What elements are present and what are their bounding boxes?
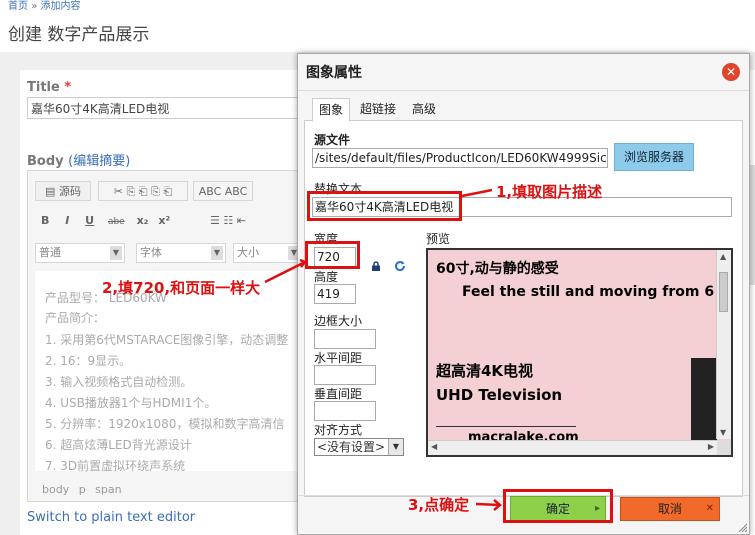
chevron-down-icon: ▼ — [211, 246, 223, 260]
scroll-thumb[interactable] — [719, 272, 728, 312]
source-url-input[interactable]: /sites/default/files/ProductIcon/LED60KW… — [312, 148, 608, 168]
breadcrumb-add-content-link[interactable]: 添加内容 — [41, 1, 81, 12]
list-toolbar-group: ☰ ☷ ⇤ — [210, 214, 246, 227]
lock-ratio-icon[interactable] — [371, 261, 381, 271]
preview-label: 预览 — [426, 232, 451, 246]
editor-line: 产品简介： — [45, 311, 106, 325]
superscript-button[interactable]: x² — [158, 214, 170, 227]
preview-text: UHD Television — [436, 386, 563, 404]
browse-server-button[interactable]: 浏览服务器 — [614, 143, 694, 171]
divider — [298, 90, 749, 91]
cancel-button[interactable]: 取消 ✕ — [620, 497, 720, 521]
scroll-corner — [717, 441, 731, 455]
preview-text: 60寸,动与静的感受 — [436, 261, 559, 277]
bold-button[interactable]: B — [41, 214, 49, 227]
spellcheck-toolbar-group: ABC ABC — [193, 181, 253, 201]
font-select-value: 字体 — [140, 246, 162, 259]
editor-content-area[interactable]: 产品型号： LED60KW 产品简介： 1. 采用第6代MSTARACE图像引擎… — [35, 271, 305, 473]
align-label: 对齐方式 — [314, 423, 363, 437]
editor-line: 6. 超高炫薄LED背光源设计 — [45, 438, 192, 452]
edit-summary-link[interactable]: (编辑摘要) — [68, 154, 130, 169]
source-button[interactable]: ▤ 源码 — [35, 181, 91, 201]
close-icon[interactable]: ✕ — [722, 63, 740, 81]
breadcrumb-home-link[interactable]: 首页 — [8, 1, 28, 12]
editor-line: 2. 16：9显示。 — [45, 354, 132, 368]
tab-link[interactable]: 超链接 — [354, 98, 402, 120]
scroll-up-icon[interactable]: ▲ — [720, 252, 726, 261]
preview-scrollbar-horizontal[interactable]: ◀ ▶ — [428, 440, 717, 455]
element-path: body p span — [42, 483, 122, 496]
highlight-ok — [503, 489, 613, 523]
preview-text: Feel the still and moving from 6 — [462, 284, 715, 300]
highlight-width — [305, 241, 360, 269]
reset-size-icon[interactable] — [394, 260, 406, 272]
font-select[interactable]: 字体 ▼ — [136, 243, 226, 263]
breadcrumb: 首页 » 添加内容 — [8, 0, 81, 12]
annotation-step2: 2,填720,和页面一样大 — [102, 279, 261, 297]
page-title: 创建 数字产品展示 — [8, 25, 150, 45]
subscript-button[interactable]: x₂ — [137, 214, 149, 227]
align-select-value: <没有设置> — [317, 440, 386, 454]
vspace-label: 垂直间距 — [314, 387, 363, 401]
breadcrumb-separator: » — [31, 1, 38, 12]
resize-grip-icon[interactable] — [737, 522, 747, 532]
image-properties-dialog: 图象属性 ✕ 图象 超链接 高级 源文件 /sites/default/file… — [297, 53, 750, 535]
underline-button[interactable]: U — [85, 214, 94, 227]
vspace-input[interactable] — [314, 401, 376, 421]
highlight-alt-text — [307, 191, 462, 221]
switch-plain-text-link[interactable]: Switch to plain text editor — [27, 510, 195, 525]
hspace-label: 水平间距 — [314, 351, 363, 365]
scroll-down-icon[interactable]: ▼ — [720, 428, 726, 437]
source-label: 源文件 — [314, 133, 351, 147]
editor-line: 5. 分辨率：1920x1080，模拟和数字高清信 — [45, 417, 285, 431]
image-preview: 60寸,动与静的感受 Feel the still and moving fro… — [426, 248, 733, 457]
format-select-value: 普通 — [39, 246, 61, 259]
divider — [436, 426, 576, 427]
align-select[interactable]: <没有设置> ▼ — [314, 438, 404, 456]
required-marker: * — [64, 80, 72, 95]
format-toolbar-group: B I U abe x₂ x² — [35, 211, 175, 231]
tab-advanced[interactable]: 高级 — [406, 98, 442, 120]
preview-scrollbar-vertical[interactable]: ▲ ▼ — [716, 250, 731, 439]
strike-button[interactable]: abe — [108, 217, 125, 227]
height-label: 高度 — [314, 270, 339, 284]
italic-button[interactable]: I — [65, 214, 69, 227]
border-label: 边框大小 — [314, 314, 363, 328]
preview-text: 超高清4K电视 — [436, 362, 534, 380]
chevron-down-icon: ▼ — [110, 246, 122, 260]
hspace-input[interactable] — [314, 365, 376, 385]
scroll-left-icon[interactable]: ◀ — [431, 442, 437, 451]
editor-line: 1. 采用第6代MSTARACE图像引擎，动态调整 — [45, 333, 289, 347]
chevron-down-icon: ▼ — [388, 439, 403, 455]
scroll-right-icon[interactable]: ▶ — [708, 442, 714, 451]
source-button-label: 源码 — [58, 185, 81, 198]
editor-line: 3. 输入视频格式自动检测。 — [45, 375, 193, 389]
close-icon: ✕ — [705, 503, 714, 514]
height-input[interactable]: 419 — [314, 284, 356, 304]
title-label-text: Title — [27, 80, 60, 95]
tab-image[interactable]: 图象 — [312, 98, 351, 122]
editor-line: 4. USB播放器1个与HDMI1个。 — [45, 396, 217, 410]
rich-text-editor: ▤ 源码 ✂ ⎘ ⎗ ⎘ ⎗ ABC ABC B I U abe x₂ x² ☰… — [27, 170, 309, 502]
size-select[interactable]: 大小 ▼ — [233, 243, 303, 263]
body-label-text: Body — [27, 154, 64, 169]
size-select-value: 大小 — [237, 246, 259, 259]
editor-line: 7. 3D前置虚拟环绕声系统 — [45, 459, 186, 473]
source-icon: ▤ — [45, 185, 56, 198]
cancel-button-label: 取消 — [657, 502, 682, 516]
border-input[interactable] — [314, 329, 376, 349]
format-select[interactable]: 普通 ▼ — [35, 243, 125, 263]
dialog-title: 图象属性 — [306, 65, 362, 81]
clipboard-toolbar-group: ✂ ⎘ ⎗ ⎘ ⎗ — [98, 181, 188, 201]
title-input[interactable]: 嘉华60寸4K高清LED电视 — [27, 97, 317, 119]
annotation-step3: 3,点确定 — [408, 496, 470, 514]
title-label: Title * — [27, 80, 71, 95]
annotation-step1: 1,填取图片描述 — [496, 183, 603, 201]
body-label: Body (编辑摘要) — [27, 150, 130, 169]
